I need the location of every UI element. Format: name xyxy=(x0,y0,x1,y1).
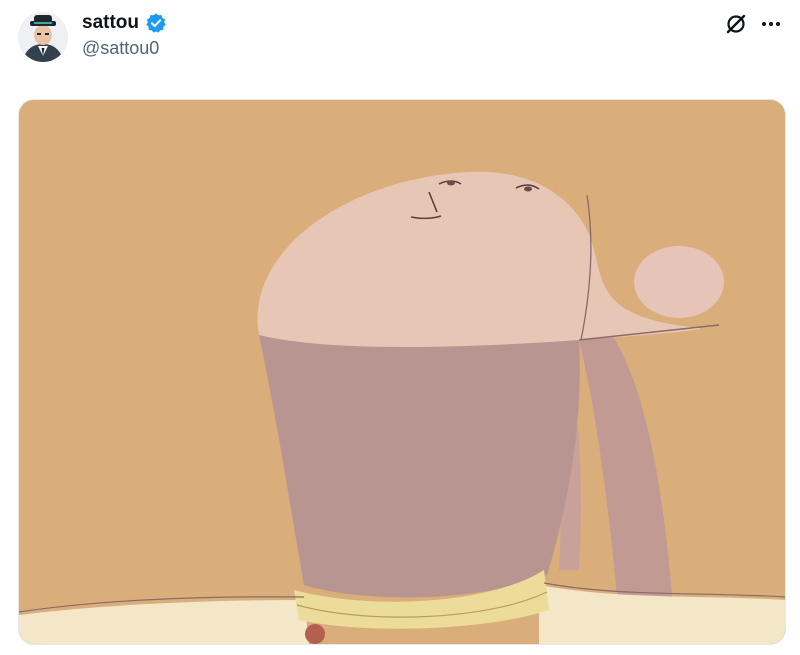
grok-icon[interactable] xyxy=(722,10,750,38)
verified-badge-icon xyxy=(145,12,167,34)
tweet-header: sattou @sattou0 xyxy=(0,0,800,90)
avatar-character-image xyxy=(18,12,68,62)
author-display-name[interactable]: sattou xyxy=(82,12,139,34)
author-handle[interactable]: @sattou0 xyxy=(82,38,159,59)
anime-character-illustration xyxy=(19,100,785,644)
avatar[interactable] xyxy=(18,12,68,62)
more-options-icon[interactable] xyxy=(757,10,785,38)
author-name-row: sattou xyxy=(82,10,167,36)
tweet-media-image[interactable] xyxy=(18,99,786,645)
